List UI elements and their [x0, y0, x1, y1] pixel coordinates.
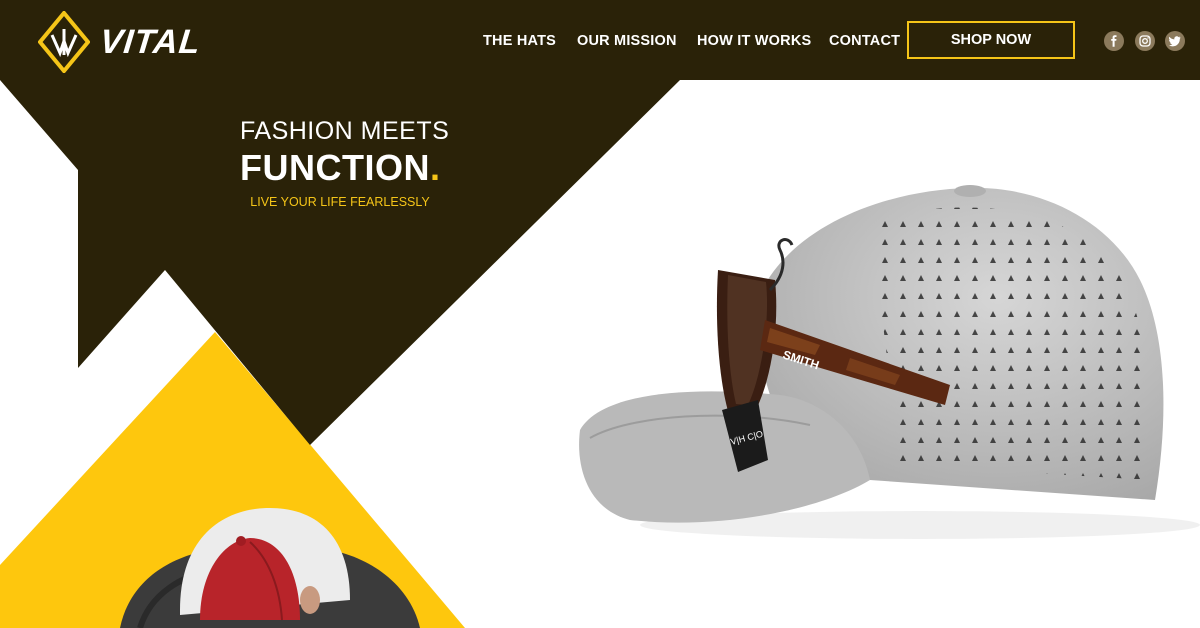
hero-function-word: FUNCTION [240, 147, 430, 188]
vital-diamond-icon [38, 11, 90, 73]
hero-heading: FASHION MEETS FUNCTION. LIVE YOUR LIFE F… [240, 117, 450, 209]
hero-line-fashion-meets: FASHION MEETS [240, 117, 450, 145]
brand-logo[interactable]: VITAL [38, 11, 228, 73]
nav-link-contact[interactable]: CONTACT [829, 33, 900, 49]
hero-tagline: LIVE YOUR LIFE FEARLESSLY [250, 195, 430, 209]
hero-line-function: FUNCTION. [240, 147, 440, 189]
instagram-icon[interactable] [1135, 31, 1155, 51]
brand-name: VITAL [98, 22, 203, 61]
nav-link-our-mission[interactable]: OUR MISSION [577, 33, 677, 49]
nav-link-the-hats[interactable]: THE HATS [483, 33, 556, 49]
top-navigation: VITAL THE HATS OUR MISSION HOW IT WORKS … [0, 0, 1200, 80]
nav-link-how-it-works[interactable]: HOW IT WORKS [697, 33, 811, 49]
shop-now-button[interactable]: SHOP NOW [907, 21, 1075, 59]
hero-accent-dot: . [429, 147, 441, 188]
hat-with-sunglasses-image: SMITH V|H C|O [579, 185, 1200, 539]
twitter-icon[interactable] [1165, 31, 1185, 51]
person-wearing-cap-image [120, 508, 420, 628]
facebook-icon[interactable] [1104, 31, 1124, 51]
